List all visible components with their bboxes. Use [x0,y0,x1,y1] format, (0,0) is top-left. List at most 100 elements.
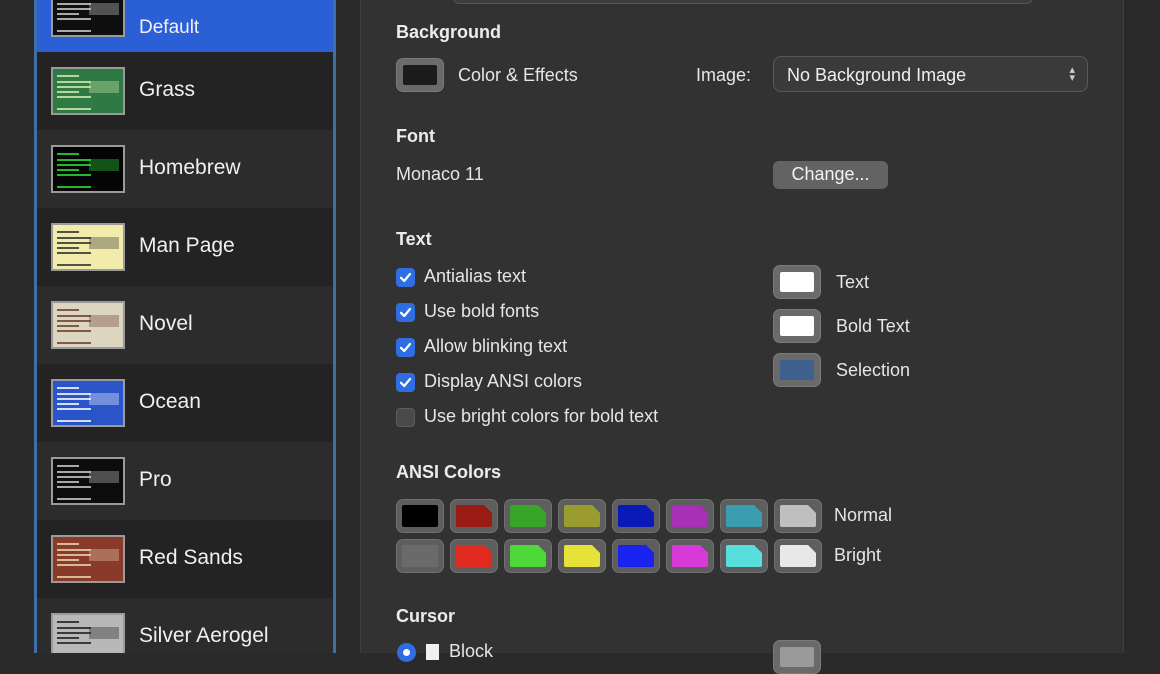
thumbnail-text-line [57,247,79,249]
swatch-corner-fold [700,545,708,553]
thumbnail-text-line [57,96,91,98]
color-swatch [402,545,438,567]
ansi-normal-color-well[interactable] [504,499,552,533]
thumbnail-highlight-block [89,3,119,15]
background-color-well[interactable] [396,58,444,92]
ansi-bright-color-well[interactable] [666,539,714,573]
profile-subtitle: Default [139,17,200,38]
text-heading: Text [396,229,432,249]
cursor-heading: Cursor [396,606,456,626]
color-swatch [618,505,654,527]
checkmark-icon [399,342,412,353]
thumbnail-highlight-block [89,315,119,327]
thumbnail-text-line [57,393,91,395]
profiles-sidebar: Default Basic Grass Homebrew Man Page Novel Oc… [34,0,336,653]
ansi-normal-color-well[interactable] [612,499,660,533]
ansi-bright-color-well[interactable] [396,539,444,573]
text-color-well[interactable] [773,309,821,343]
profile-item[interactable]: Red Sands [37,520,333,598]
profile-item[interactable]: Man Page [37,208,333,286]
color-swatch [780,545,816,567]
text-color-well[interactable] [773,265,821,299]
thumbnail-text-line [57,13,79,15]
thumbnail-highlight-block [89,627,119,639]
profile-name: Basic [139,0,190,6]
thumbnail-text-line [57,621,79,623]
profile-item[interactable]: Homebrew [37,130,333,208]
top-control-strip[interactable] [453,0,1033,4]
text-color-well[interactable] [773,353,821,387]
profile-item[interactable]: Silver Aerogel [37,598,333,653]
profile-name: Grass [139,78,196,101]
thumbnail-text-line [57,408,91,410]
thumbnail-text-line [57,153,79,155]
profile-thumbnail [51,457,125,505]
ansi-bright-color-well[interactable] [558,539,606,573]
ansi-bright-color-well[interactable] [450,539,498,573]
checkbox[interactable] [396,373,415,392]
ansi-normal-color-well[interactable] [666,499,714,533]
profile-item[interactable]: Grass [37,52,333,130]
thumbnail-text-line [57,174,91,176]
thumbnail-text-line [57,627,91,629]
thumbnail-text-line [57,543,79,545]
ansi-bright-color-well[interactable] [774,539,822,573]
ansi-normal-color-well[interactable] [774,499,822,533]
profile-item[interactable]: Novel [37,286,333,364]
color-swatch [780,360,814,380]
profile-name: Man Page [139,234,235,257]
checkbox[interactable] [396,338,415,357]
profile-thumbnail [51,0,125,37]
profile-name: Red Sands [139,546,243,569]
ansi-bright-color-well[interactable] [612,539,660,573]
swatch-corner-fold [538,505,546,513]
profile-settings-panel: Background Color & Effects Image: No Bac… [360,0,1124,674]
color-swatch [456,505,492,527]
color-swatch [780,272,814,292]
color-swatch [672,505,708,527]
thumbnail-text-line [57,86,91,88]
thumbnail-highlight-block [89,549,119,561]
color-swatch [564,545,600,567]
checkbox-label: Use bold fonts [424,301,540,321]
thumbnail-text-line [57,186,91,188]
thumbnail-text-line [57,309,79,311]
thumbnail-text-line [57,108,91,110]
color-swatch [402,505,438,527]
image-label: Image: [696,65,752,85]
cursor-color-well[interactable] [773,640,821,674]
profile-thumbnail [51,145,125,193]
current-font-label: Monaco 11 [396,164,484,184]
thumbnail-text-line [57,632,91,634]
checkbox[interactable] [396,268,415,287]
ansi-bright-color-well[interactable] [720,539,768,573]
thumbnail-text-line [57,242,91,244]
profile-thumbnail [51,613,125,653]
thumbnail-text-line [57,81,91,83]
profile-item[interactable]: Pro [37,442,333,520]
thumbnail-text-line [57,231,79,233]
profile-item[interactable]: Ocean [37,364,333,442]
change-font-button[interactable]: Change... [773,161,888,189]
ansi-normal-color-well[interactable] [720,499,768,533]
ansi-normal-color-well[interactable] [558,499,606,533]
swatch-corner-fold [808,545,816,553]
swatch-corner-fold [754,545,762,553]
ansi-normal-color-well[interactable] [450,499,498,533]
ansi-normal-label: Normal [834,505,893,525]
color-swatch [780,505,816,527]
background-image-select[interactable]: No Background Image ▴ ▾ [773,56,1088,92]
thumbnail-text-line [57,264,91,266]
ansi-normal-color-well[interactable] [396,499,444,533]
ansi-colors-heading: ANSI Colors [396,462,502,482]
thumbnail-text-line [57,465,79,467]
ansi-bright-color-well[interactable] [504,539,552,573]
checkbox[interactable] [396,303,415,322]
color-swatch [672,545,708,567]
checkbox-label: Allow blinking text [424,336,568,356]
checkbox[interactable] [396,408,415,427]
profile-item[interactable]: Default Basic [37,0,333,52]
color-well-label: Bold Text [836,316,910,336]
thumbnail-text-line [57,330,91,332]
swatch-corner-fold [754,505,762,513]
